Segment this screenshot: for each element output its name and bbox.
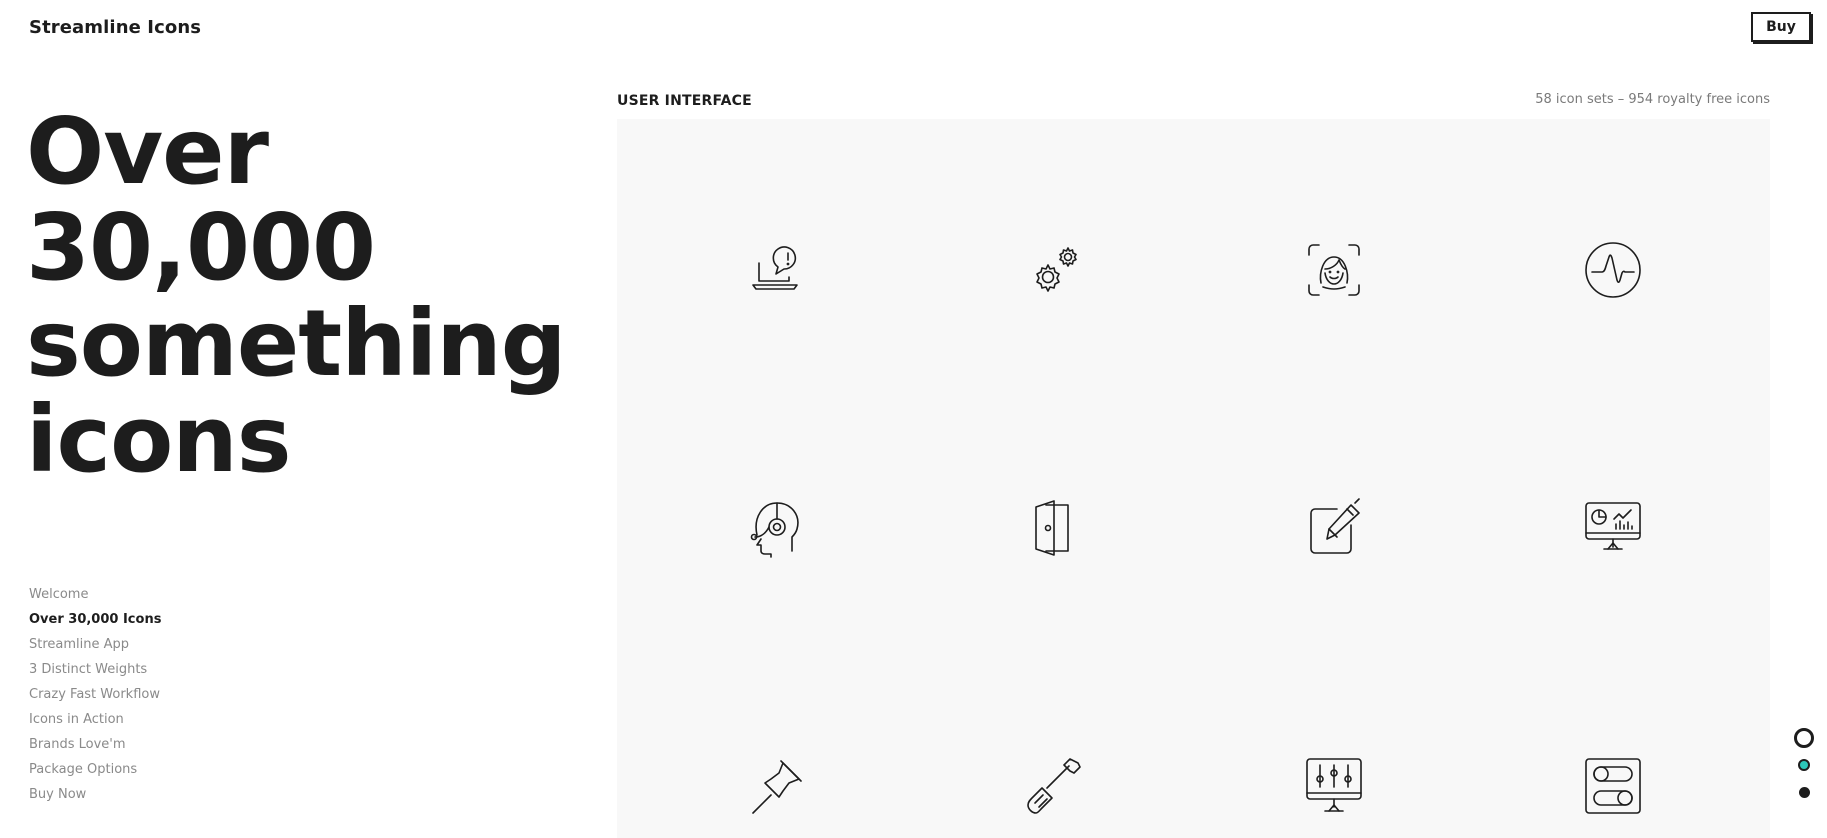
buy-button[interactable]: Buy [1751, 12, 1811, 42]
pager-dot-teal[interactable] [1798, 759, 1810, 771]
nav-item-welcome[interactable]: Welcome [29, 585, 161, 610]
headset-support-icon[interactable] [745, 497, 807, 559]
nav-item-package-options[interactable]: Package Options [29, 760, 161, 785]
nav-item-streamline-app[interactable]: Streamline App [29, 635, 161, 660]
face-id-woman-icon[interactable] [1303, 239, 1365, 301]
heart-rate-pulse-icon[interactable] [1582, 239, 1644, 301]
hero-line: icons [26, 386, 292, 493]
toggle-switches-icon[interactable] [1582, 755, 1644, 817]
nav-item-buy-now[interactable]: Buy Now [29, 785, 161, 810]
nav-item-brands-love-m[interactable]: Brands Love'm [29, 735, 161, 760]
pager-dot-black[interactable] [1799, 787, 1810, 798]
section-meta: 58 icon sets – 954 royalty free icons [1535, 92, 1770, 107]
hero-headline: Over 30,000 something icons [26, 104, 586, 488]
pin-icon[interactable] [745, 755, 807, 817]
edit-pen-square-icon[interactable] [1303, 497, 1365, 559]
pager-dot-current[interactable] [1794, 728, 1814, 748]
hero-line: Over [26, 98, 269, 205]
nav-item-crazy-fast-workflow[interactable]: Crazy Fast Workflow [29, 685, 161, 710]
section-nav: Welcome Over 30,000 Icons Streamline App… [29, 585, 161, 810]
nav-item-icons-in-action[interactable]: Icons in Action [29, 710, 161, 735]
nav-item-3-distinct-weights[interactable]: 3 Distinct Weights [29, 660, 161, 685]
hero-line: something [26, 290, 567, 397]
open-door-icon[interactable] [1024, 497, 1086, 559]
settings-cogs-icon[interactable] [1024, 239, 1086, 301]
screwdriver-icon[interactable] [1024, 755, 1086, 817]
nav-item-over-30000-icons[interactable]: Over 30,000 Icons [29, 610, 161, 635]
monitor-analytics-icon[interactable] [1582, 497, 1644, 559]
hero-line: 30,000 [26, 194, 376, 301]
monitor-sliders-icon[interactable] [1303, 755, 1365, 817]
section-title: USER INTERFACE [617, 93, 752, 109]
icon-showcase-panel [617, 119, 1770, 838]
laptop-alert-icon[interactable] [745, 239, 807, 301]
brand-logo[interactable]: Streamline Icons [29, 17, 201, 38]
